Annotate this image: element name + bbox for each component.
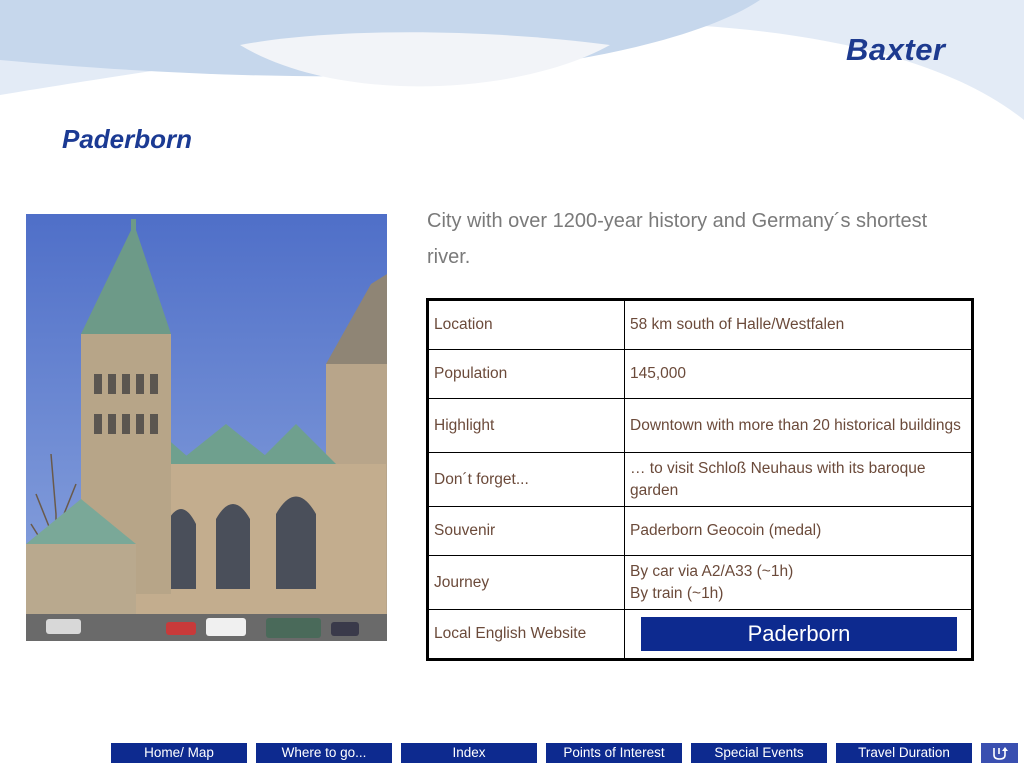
row-label-dont-forget: Don´t forget... [427, 452, 625, 507]
row-value-journey: By car via A2/A33 (~1h) By train (~1h) [624, 555, 973, 610]
page-title: Paderborn [62, 124, 193, 154]
table-row: Souvenir Paderborn Geocoin (medal) [427, 506, 973, 556]
cathedral-photo [26, 214, 387, 641]
row-label-population: Population [427, 349, 625, 399]
row-value-dont-forget: … to visit Schloß Neuhaus with its baroq… [624, 452, 973, 507]
row-label-location: Location [427, 299, 625, 350]
row-value-population: 145,000 [624, 349, 973, 399]
table-row: Population 145,000 [427, 349, 973, 399]
return-arrow-icon [993, 747, 1008, 760]
row-label-highlight: Highlight [427, 398, 625, 453]
baxter-logo: Baxter [846, 32, 946, 67]
row-value-highlight: Downtown with more than 20 historical bu… [624, 398, 973, 453]
nav-home-map-button[interactable]: Home/ Map [111, 743, 247, 763]
intro-text: City with over 1200-year history and Ger… [427, 210, 928, 268]
row-value-location: 58 km south of Halle/Westfalen [624, 299, 973, 350]
table-row: Local English Website Paderborn [427, 609, 973, 660]
return-button[interactable] [981, 743, 1018, 763]
bottom-nav: Home/ Map Where to go... Index Points of… [0, 743, 1024, 763]
row-label-website: Local English Website [427, 609, 625, 660]
nav-points-of-interest-button[interactable]: Points of Interest [546, 743, 682, 763]
table-row: Don´t forget... … to visit Schloß Neuhau… [427, 452, 973, 507]
journey-line-car: By car via A2/A33 (~1h) [630, 562, 794, 580]
table-row: Highlight Downtown with more than 20 his… [427, 398, 973, 453]
nav-index-button[interactable]: Index [401, 743, 537, 763]
slide: Baxter Paderborn City with over 1200-yea… [0, 0, 1024, 768]
row-value-website: Paderborn [624, 609, 973, 660]
facts-table: Location 58 km south of Halle/Westfalen … [426, 298, 974, 661]
journey-line-train: By train (~1h) [630, 584, 724, 602]
row-label-souvenir: Souvenir [427, 506, 625, 556]
row-value-souvenir: Paderborn Geocoin (medal) [624, 506, 973, 556]
paderborn-website-button[interactable]: Paderborn [641, 617, 957, 651]
table-row: Journey By car via A2/A33 (~1h) By train… [427, 555, 973, 610]
nav-travel-duration-button[interactable]: Travel Duration [836, 743, 972, 763]
table-row: Location 58 km south of Halle/Westfalen [427, 299, 973, 350]
nav-special-events-button[interactable]: Special Events [691, 743, 827, 763]
nav-where-to-go-button[interactable]: Where to go... [256, 743, 392, 763]
row-label-journey: Journey [427, 555, 625, 610]
